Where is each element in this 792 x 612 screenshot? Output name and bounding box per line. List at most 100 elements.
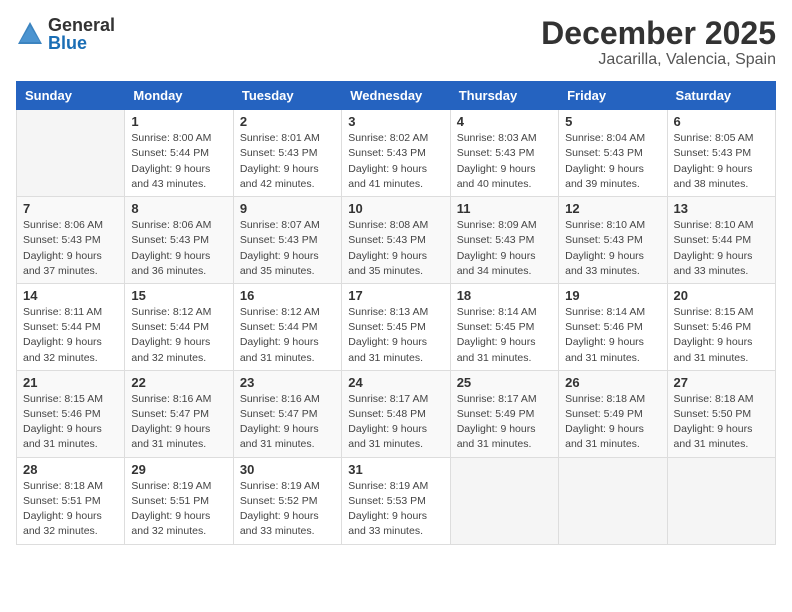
logo-general: General: [48, 16, 115, 34]
title-area: December 2025 Jacarilla, Valencia, Spain: [541, 16, 776, 69]
day-info: Sunrise: 8:19 AMSunset: 5:52 PMDaylight:…: [240, 479, 335, 540]
day-cell: 18 Sunrise: 8:14 AMSunset: 5:45 PMDayligh…: [450, 283, 558, 370]
day-number: 25: [457, 375, 552, 390]
day-number: 16: [240, 288, 335, 303]
day-info: Sunrise: 8:00 AMSunset: 5:44 PMDaylight:…: [131, 131, 226, 192]
day-cell: 27Sunrise: 8:18 AMSunset: 5:50 PMDayligh…: [667, 370, 775, 457]
day-info: Sunrise: 8:15 AMSunset: 5:46 PMDaylight:…: [23, 392, 118, 453]
day-header-monday: Monday: [125, 82, 233, 110]
day-cell: 16Sunrise: 8:12 AMSunset: 5:44 PMDayligh…: [233, 283, 341, 370]
day-header-tuesday: Tuesday: [233, 82, 341, 110]
day-header-friday: Friday: [559, 82, 667, 110]
calendar: SundayMondayTuesdayWednesdayThursdayFrid…: [16, 81, 776, 544]
day-info: Sunrise: 8:17 AMSunset: 5:49 PMDaylight:…: [457, 392, 552, 453]
day-number: 1: [131, 114, 226, 129]
logo-blue: Blue: [48, 34, 115, 52]
day-number: 10: [348, 201, 443, 216]
day-header-sunday: Sunday: [17, 82, 125, 110]
day-cell: 15 Sunrise: 8:12 AMSunset: 5:44 PMDayligh…: [125, 283, 233, 370]
day-cell: 20 Sunrise: 8:15 AMSunset: 5:46 PMDayligh…: [667, 283, 775, 370]
day-number: 21: [23, 375, 118, 390]
day-info: Sunrise: 8:18 AMSunset: 5:51 PMDaylight:…: [23, 479, 118, 540]
day-number: 30: [240, 462, 335, 477]
day-info: Sunrise: 8:19 AMSunset: 5:53 PMDaylight:…: [348, 479, 443, 540]
logo: General Blue: [16, 16, 115, 52]
day-cell: 28 Sunrise: 8:18 AMSunset: 5:51 PMDayligh…: [17, 457, 125, 544]
day-info: Sunrise: 8:10 AMSunset: 5:43 PMDaylight:…: [565, 218, 660, 279]
day-info: Sunrise: 8:05 AMSunset: 5:43 PMDaylight:…: [674, 131, 769, 192]
day-cell: 29 Sunrise: 8:19 AMSunset: 5:51 PMDayligh…: [125, 457, 233, 544]
day-info: Sunrise: 8:12 AMSunset: 5:44 PMDaylight:…: [131, 305, 226, 366]
day-cell: 19 Sunrise: 8:14 AMSunset: 5:46 PMDayligh…: [559, 283, 667, 370]
day-number: 13: [674, 201, 769, 216]
day-info: Sunrise: 8:09 AMSunset: 5:43 PMDaylight:…: [457, 218, 552, 279]
day-cell: 22Sunrise: 8:16 AMSunset: 5:47 PMDayligh…: [125, 370, 233, 457]
day-number: 27: [674, 375, 769, 390]
day-number: 19: [565, 288, 660, 303]
week-row-1: 1 Sunrise: 8:00 AMSunset: 5:44 PMDaylight…: [17, 110, 776, 197]
day-cell: 3Sunrise: 8:02 AMSunset: 5:43 PMDaylight…: [342, 110, 450, 197]
day-cell: [667, 457, 775, 544]
day-cell: 6 Sunrise: 8:05 AMSunset: 5:43 PMDaylight…: [667, 110, 775, 197]
day-info: Sunrise: 8:01 AMSunset: 5:43 PMDaylight:…: [240, 131, 335, 192]
day-info: Sunrise: 8:06 AMSunset: 5:43 PMDaylight:…: [23, 218, 118, 279]
day-cell: 25 Sunrise: 8:17 AMSunset: 5:49 PMDayligh…: [450, 370, 558, 457]
day-number: 14: [23, 288, 118, 303]
day-cell: 1 Sunrise: 8:00 AMSunset: 5:44 PMDaylight…: [125, 110, 233, 197]
day-number: 3: [348, 114, 443, 129]
day-info: Sunrise: 8:08 AMSunset: 5:43 PMDaylight:…: [348, 218, 443, 279]
day-header-wednesday: Wednesday: [342, 82, 450, 110]
day-info: Sunrise: 8:13 AMSunset: 5:45 PMDaylight:…: [348, 305, 443, 366]
day-info: Sunrise: 8:07 AMSunset: 5:43 PMDaylight:…: [240, 218, 335, 279]
day-number: 5: [565, 114, 660, 129]
week-row-2: 7Sunrise: 8:06 AMSunset: 5:43 PMDaylight…: [17, 197, 776, 284]
day-number: 26: [565, 375, 660, 390]
day-number: 12: [565, 201, 660, 216]
day-cell: 7Sunrise: 8:06 AMSunset: 5:43 PMDaylight…: [17, 197, 125, 284]
day-number: 28: [23, 462, 118, 477]
day-number: 11: [457, 201, 552, 216]
day-number: 15: [131, 288, 226, 303]
day-cell: 11 Sunrise: 8:09 AMSunset: 5:43 PMDayligh…: [450, 197, 558, 284]
day-info: Sunrise: 8:03 AMSunset: 5:43 PMDaylight:…: [457, 131, 552, 192]
day-cell: 4 Sunrise: 8:03 AMSunset: 5:43 PMDaylight…: [450, 110, 558, 197]
day-info: Sunrise: 8:10 AMSunset: 5:44 PMDaylight:…: [674, 218, 769, 279]
day-number: 18: [457, 288, 552, 303]
day-cell: 14 Sunrise: 8:11 AMSunset: 5:44 PMDayligh…: [17, 283, 125, 370]
day-cell: 17 Sunrise: 8:13 AMSunset: 5:45 PMDayligh…: [342, 283, 450, 370]
day-number: 2: [240, 114, 335, 129]
day-info: Sunrise: 8:16 AMSunset: 5:47 PMDaylight:…: [131, 392, 226, 453]
day-cell: 24Sunrise: 8:17 AMSunset: 5:48 PMDayligh…: [342, 370, 450, 457]
day-number: 31: [348, 462, 443, 477]
logo-text: General Blue: [48, 16, 115, 52]
day-info: Sunrise: 8:16 AMSunset: 5:47 PMDaylight:…: [240, 392, 335, 453]
day-info: Sunrise: 8:15 AMSunset: 5:46 PMDaylight:…: [674, 305, 769, 366]
month-title: December 2025: [541, 16, 776, 51]
day-info: Sunrise: 8:19 AMSunset: 5:51 PMDaylight:…: [131, 479, 226, 540]
day-cell: [17, 110, 125, 197]
day-info: Sunrise: 8:14 AMSunset: 5:45 PMDaylight:…: [457, 305, 552, 366]
day-info: Sunrise: 8:11 AMSunset: 5:44 PMDaylight:…: [23, 305, 118, 366]
day-cell: 30 Sunrise: 8:19 AMSunset: 5:52 PMDayligh…: [233, 457, 341, 544]
day-info: Sunrise: 8:14 AMSunset: 5:46 PMDaylight:…: [565, 305, 660, 366]
day-cell: 2 Sunrise: 8:01 AMSunset: 5:43 PMDaylight…: [233, 110, 341, 197]
day-cell: 10 Sunrise: 8:08 AMSunset: 5:43 PMDayligh…: [342, 197, 450, 284]
day-cell: 12 Sunrise: 8:10 AMSunset: 5:43 PMDayligh…: [559, 197, 667, 284]
day-info: Sunrise: 8:06 AMSunset: 5:43 PMDaylight:…: [131, 218, 226, 279]
day-header-saturday: Saturday: [667, 82, 775, 110]
day-number: 20: [674, 288, 769, 303]
day-cell: 9 Sunrise: 8:07 AMSunset: 5:43 PMDaylight…: [233, 197, 341, 284]
location-title: Jacarilla, Valencia, Spain: [541, 51, 776, 69]
week-row-3: 14 Sunrise: 8:11 AMSunset: 5:44 PMDayligh…: [17, 283, 776, 370]
day-number: 4: [457, 114, 552, 129]
logo-icon: [16, 20, 44, 48]
day-number: 17: [348, 288, 443, 303]
day-number: 29: [131, 462, 226, 477]
day-number: 9: [240, 201, 335, 216]
week-row-4: 21 Sunrise: 8:15 AMSunset: 5:46 PMDayligh…: [17, 370, 776, 457]
day-number: 6: [674, 114, 769, 129]
day-cell: 8Sunrise: 8:06 AMSunset: 5:43 PMDaylight…: [125, 197, 233, 284]
day-cell: 5Sunrise: 8:04 AMSunset: 5:43 PMDaylight…: [559, 110, 667, 197]
day-cell: 23Sunrise: 8:16 AMSunset: 5:47 PMDayligh…: [233, 370, 341, 457]
day-header-thursday: Thursday: [450, 82, 558, 110]
